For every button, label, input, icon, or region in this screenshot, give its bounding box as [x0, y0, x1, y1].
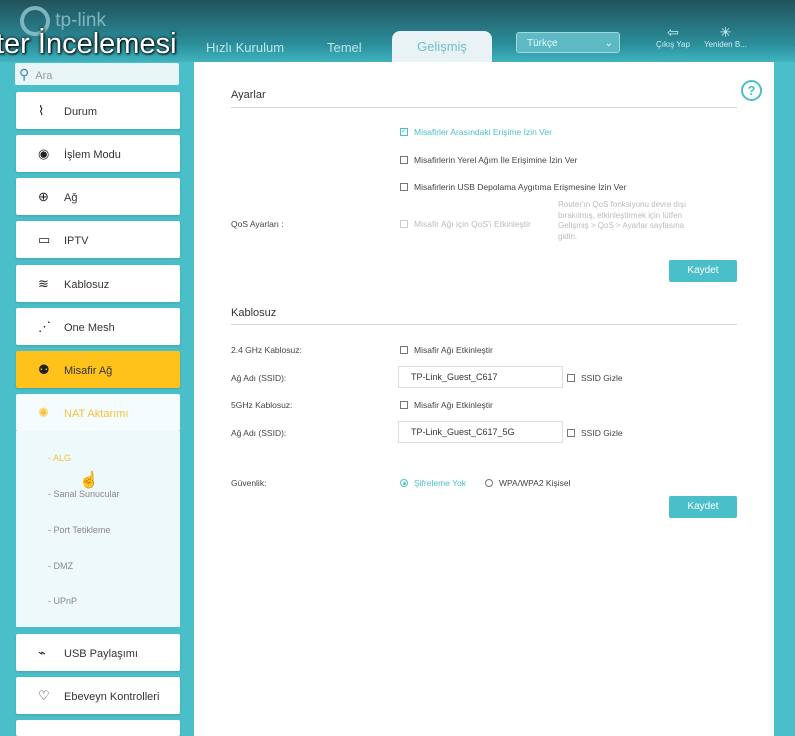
toggle-icon: ◉ — [38, 146, 50, 161]
nav-basic[interactable]: Temel — [327, 40, 362, 55]
usb-icon: ⌁ — [38, 645, 46, 660]
sidebar-item-operation-mode[interactable]: ◉ İşlem Modu — [16, 135, 180, 172]
sidebar-item-status[interactable]: ⌇ Durum — [16, 92, 180, 129]
video-title-overlay: ter İncelemesi — [0, 28, 177, 60]
checkbox-icon — [567, 429, 575, 437]
ssid5-label: Ağ Adı (SSID): — [231, 428, 287, 438]
allow-inter-guest-checkbox[interactable]: Misafirler Arasındaki Erişime İzin Ver — [400, 126, 552, 137]
qos-checkbox[interactable]: Misafir Ağı için QoS'i Etkinleştir — [400, 219, 531, 229]
checkbox-icon — [400, 220, 408, 228]
qos-label: QoS Ayarları : — [231, 219, 284, 229]
submenu-dmz[interactable]: - DMZ — [48, 561, 73, 571]
nav-advanced[interactable]: Gelişmiş — [392, 31, 492, 62]
heart-icon: ♡ — [38, 688, 50, 703]
monitor-icon: ▭ — [38, 232, 51, 247]
sidebar-item-wireless[interactable]: ≋ Kablosuz — [16, 265, 180, 302]
wireless-section-title: Kablosuz — [231, 307, 277, 319]
hide-ssid5-checkbox[interactable]: SSID Gizle — [567, 428, 623, 438]
submenu-alg[interactable]: - ALG — [48, 453, 71, 463]
checkbox-icon — [400, 346, 408, 354]
logout-icon: ⇦ — [667, 24, 679, 40]
allow-usb-checkbox[interactable]: Misafirlerin USB Depolama Aygıtıma Erişm… — [400, 182, 626, 192]
divider — [231, 324, 737, 325]
sidebar-item-partial[interactable] — [16, 720, 180, 736]
sidebar-item-guest-network[interactable]: ⚉ Misafir Ağ — [16, 351, 180, 388]
checkbox-icon — [400, 183, 408, 191]
checkbox-icon — [400, 401, 408, 409]
sidebar-item-parental-controls[interactable]: ♡ Ebeveyn Kontrolleri — [16, 677, 180, 714]
save-wireless-button[interactable]: Kaydet — [669, 496, 737, 518]
nav-quick-setup[interactable]: Hızlı Kurulum — [206, 40, 284, 55]
ssid24-input[interactable]: TP-Link_Guest_C617 — [398, 366, 563, 388]
wifi-icon: ≋ — [38, 276, 49, 291]
chevron-down-icon: ⌄ — [604, 38, 613, 49]
logout-button[interactable]: ⇦ Çıkış Yap — [656, 24, 690, 49]
band24-enable-checkbox[interactable]: Misafir Ağı Etkinleştir — [400, 345, 493, 355]
sidebar-item-usb-sharing[interactable]: ⌁ USB Paylaşımı — [16, 634, 180, 671]
band5-label: 5GHz Kablosuz: — [231, 400, 293, 410]
security-label: Güvenlik: — [231, 478, 267, 488]
guests-icon: ⚉ — [38, 362, 50, 377]
settings-section-title: Ayarlar — [231, 89, 266, 101]
qos-note: Router'ın QoS fonksiyonu devre dışı bıra… — [558, 200, 687, 241]
submenu-port-triggering[interactable]: - Port Tetikleme — [48, 525, 110, 535]
language-select[interactable]: Türkçe ⌄ — [516, 32, 620, 53]
pulse-icon: ⌇ — [38, 103, 45, 118]
checkbox-icon — [400, 156, 408, 164]
sidebar-item-iptv[interactable]: ▭ IPTV — [16, 221, 180, 258]
sidebar-search-input[interactable]: ⚲ Ara — [15, 63, 179, 85]
checkbox-icon — [567, 374, 575, 382]
sidebar-item-network[interactable]: ⊕ Ağ — [16, 178, 180, 215]
search-icon: ⚲ — [19, 66, 30, 82]
band24-label: 2.4 GHz Kablosuz: — [231, 345, 302, 355]
submenu-upnp[interactable]: - UPnP — [48, 596, 77, 606]
top-bar: tp-link ter İncelemesi Hızlı Kurulum Tem… — [0, 0, 795, 62]
sidebar-item-nat-forwarding[interactable]: ✺ NAT Aktarımı — [16, 394, 180, 431]
security-wpa-radio[interactable]: WPA/WPA2 Kişisel — [485, 478, 570, 488]
sidebar-item-one-mesh[interactable]: ⋰ One Mesh — [16, 308, 180, 345]
help-icon[interactable]: ? — [741, 80, 762, 101]
mesh-icon: ⋰ — [38, 319, 51, 334]
save-button[interactable]: Kaydet — [669, 260, 737, 282]
ssid5-input[interactable]: TP-Link_Guest_C617_5G — [398, 421, 563, 443]
ssid24-label: Ağ Adı (SSID): — [231, 373, 287, 383]
security-none-radio[interactable]: Şifreleme Yok — [400, 478, 466, 488]
nat-icon: ✺ — [38, 405, 49, 420]
globe-icon: ⊕ — [38, 189, 49, 204]
hand-cursor-icon: ☝ — [79, 472, 99, 489]
divider — [231, 107, 737, 108]
hide-ssid24-checkbox[interactable]: SSID Gizle — [567, 373, 623, 383]
band5-enable-checkbox[interactable]: Misafir Ağı Etkinleştir — [400, 400, 493, 410]
radio-icon — [485, 479, 493, 487]
submenu-virtual-servers[interactable]: - Sanal Sunucular — [48, 489, 120, 499]
reboot-button[interactable]: ✳ Yeniden B... — [704, 24, 747, 49]
checkbox-checked-icon — [400, 126, 408, 136]
reboot-icon: ✳ — [719, 24, 732, 40]
allow-local-checkbox[interactable]: Misafirlerin Yerel Ağım İle Erişimine İz… — [400, 155, 577, 165]
radio-selected-icon — [400, 479, 408, 487]
